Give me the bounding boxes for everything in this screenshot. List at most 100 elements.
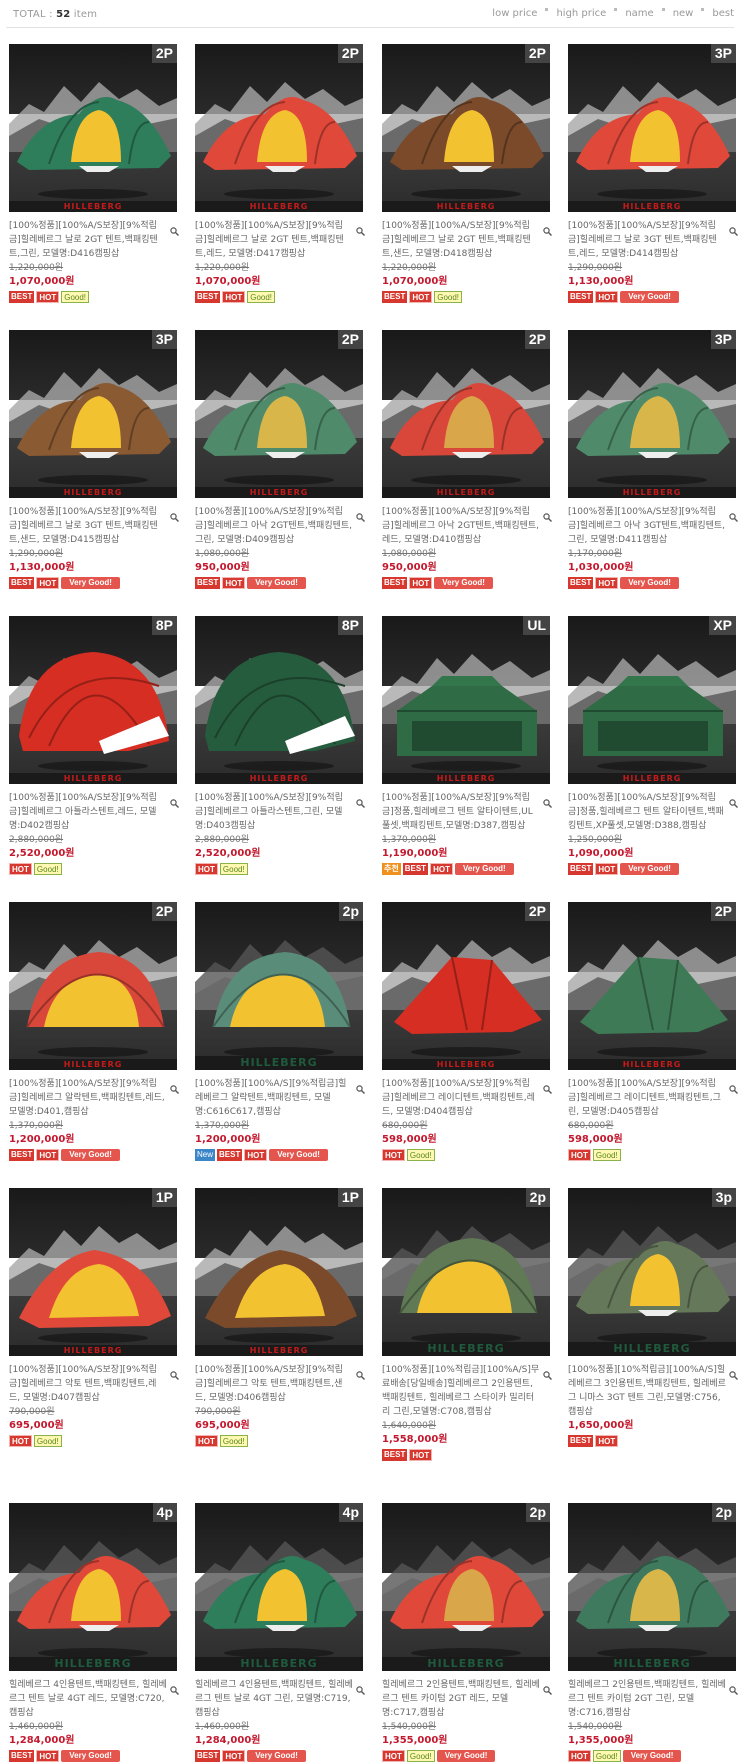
sort-low-price[interactable]: low price: [492, 8, 537, 19]
product-image[interactable]: 2p HILLEBERG: [382, 1503, 550, 1671]
product-title[interactable]: [100%정품][100%A/S보장][9%적립금]힐레베르그 레이디텐트,백패…: [568, 1077, 726, 1119]
zoom-icon[interactable]: [729, 221, 738, 236]
sort-new[interactable]: new: [673, 8, 694, 19]
product-image[interactable]: 2P HILLEBERG: [195, 330, 363, 498]
product-title[interactable]: [100%정품][100%A/S보장][9%적립금]힐레베르그 악토 텐트,백패…: [195, 1363, 353, 1405]
product-title[interactable]: [100%정품][100%A/S보장][9%적립금]힐레베르그 날로 3GT 텐…: [9, 505, 167, 547]
product-title[interactable]: 힐레베르그 2인용텐트,백패킹텐트, 힐레베르그 텐트 카이텀 2GT 그린, …: [568, 1678, 726, 1720]
product-card[interactable]: 2p HILLEBERG [100%정품][100%A/S][9%적립금]힐레베르그…: [195, 902, 365, 1161]
product-title[interactable]: [100%정품][100%A/S보장][9%적립금]힐레베르그 아틀라스텐트,레…: [9, 791, 167, 833]
zoom-icon[interactable]: [543, 1680, 552, 1695]
product-image[interactable]: 4p HILLEBERG: [195, 1503, 363, 1671]
product-card[interactable]: 2P HILLEBERG [100%정품][100%A/S보장][9%적립금]힐레베…: [9, 902, 179, 1161]
product-card[interactable]: 3P HILLEBERG [100%정품][100%A/S보장][9%적립금]힐레베…: [9, 330, 179, 589]
product-card[interactable]: XP HILLEBERG [100%정품][100%A/S보장][9%적립금]정품,…: [568, 616, 738, 875]
zoom-icon[interactable]: [170, 793, 179, 808]
product-card[interactable]: 2P HILLEBERG [100%정품][100%A/S보장][9%적립금]힐레베…: [9, 44, 179, 303]
product-image[interactable]: 3p HILLEBERG: [568, 1188, 736, 1356]
zoom-icon[interactable]: [170, 1365, 179, 1380]
zoom-icon[interactable]: [729, 1680, 738, 1695]
product-image[interactable]: 8P HILLEBERG: [9, 616, 177, 784]
product-image[interactable]: 2p HILLEBERG: [382, 1188, 550, 1356]
product-card[interactable]: 4p HILLEBERG 힐레베르그 4인용텐트,백패킹텐트, 힐레베르그 텐트 날…: [195, 1503, 365, 1762]
product-card[interactable]: 4p HILLEBERG 힐레베르그 4인용텐트,백패킹텐트, 힐레베르그 텐트 날…: [9, 1503, 179, 1762]
zoom-icon[interactable]: [356, 507, 365, 522]
product-image[interactable]: 2P HILLEBERG: [195, 44, 363, 212]
product-image[interactable]: 4p HILLEBERG: [9, 1503, 177, 1671]
zoom-icon[interactable]: [543, 221, 552, 236]
product-title[interactable]: [100%정품][100%A/S보장][9%적립금]힐레베르그 악토 텐트,백패…: [9, 1363, 167, 1405]
sort-name[interactable]: name: [625, 8, 653, 19]
product-card[interactable]: 3p HILLEBERG [100%정품][10%적립금][100%A/S]힐레베르…: [568, 1188, 738, 1447]
sort-high-price[interactable]: high price: [556, 8, 606, 19]
zoom-icon[interactable]: [729, 507, 738, 522]
product-card[interactable]: 2p HILLEBERG 힐레베르그 2인용텐트,백패킹텐트, 힐레베르그 텐트 카…: [568, 1503, 738, 1762]
product-card[interactable]: 2P HILLEBERG [100%정품][100%A/S보장][9%적립금]힐레베…: [195, 44, 365, 303]
zoom-icon[interactable]: [170, 1079, 179, 1094]
product-title[interactable]: [100%정품][100%A/S보장][9%적립금]힐레베르그 아낙 2GT텐트…: [382, 505, 540, 547]
product-image[interactable]: UL HILLEBERG: [382, 616, 550, 784]
product-title[interactable]: [100%정품][100%A/S보장][9%적립금]힐레베르그 날로 2GT 텐…: [9, 219, 167, 261]
product-card[interactable]: 8P HILLEBERG [100%정품][100%A/S보장][9%적립금]힐레베…: [9, 616, 179, 875]
product-image[interactable]: 2P HILLEBERG: [382, 44, 550, 212]
product-card[interactable]: 2P HILLEBERG [100%정품][100%A/S보장][9%적립금]힐레베…: [195, 330, 365, 589]
product-card[interactable]: 1P HILLEBERG [100%정품][100%A/S보장][9%적립금]힐레베…: [9, 1188, 179, 1447]
zoom-icon[interactable]: [356, 793, 365, 808]
product-title[interactable]: [100%정품][100%A/S보장][9%적립금]정품,힐레베르그 텐트 알타…: [382, 791, 540, 833]
product-title[interactable]: [100%정품][100%A/S보장][9%적립금]힐레베르그 아낙 3GT텐트…: [568, 505, 726, 547]
product-image[interactable]: 2p HILLEBERG: [568, 1503, 736, 1671]
zoom-icon[interactable]: [356, 1079, 365, 1094]
zoom-icon[interactable]: [543, 1079, 552, 1094]
product-title[interactable]: [100%정품][100%A/S보장][9%적립금]힐레베르그 아틀라스텐트,그…: [195, 791, 353, 833]
product-card[interactable]: 2P HILLEBERG [100%정품][100%A/S보장][9%적립금]힐레베…: [382, 902, 552, 1161]
product-title[interactable]: [100%정품][10%적립금][100%A/S]힐레베르그 3인용텐트,백패킹…: [568, 1363, 726, 1419]
product-image[interactable]: 2p HILLEBERG: [195, 902, 363, 1070]
product-image[interactable]: 2P HILLEBERG: [568, 902, 736, 1070]
product-title[interactable]: 힐레베르그 4인용텐트,백패킹텐트, 힐레베르그 텐트 날로 4GT 레드, 모…: [9, 1678, 167, 1720]
zoom-icon[interactable]: [729, 1079, 738, 1094]
product-title[interactable]: [100%정품][100%A/S보장][9%적립금]힐레베르그 날로 2GT 텐…: [195, 219, 353, 261]
product-card[interactable]: 3P HILLEBERG [100%정품][100%A/S보장][9%적립금]힐레베…: [568, 44, 738, 303]
product-card[interactable]: 8P HILLEBERG [100%정품][100%A/S보장][9%적립금]힐레베…: [195, 616, 365, 875]
zoom-icon[interactable]: [356, 221, 365, 236]
zoom-icon[interactable]: [543, 793, 552, 808]
product-image[interactable]: 2P HILLEBERG: [382, 330, 550, 498]
product-image[interactable]: 2P HILLEBERG: [9, 44, 177, 212]
product-image[interactable]: 2P HILLEBERG: [9, 902, 177, 1070]
product-card[interactable]: 2P HILLEBERG [100%정품][100%A/S보장][9%적립금]힐레베…: [568, 902, 738, 1161]
zoom-icon[interactable]: [170, 221, 179, 236]
zoom-icon[interactable]: [729, 1365, 738, 1380]
product-title[interactable]: [100%정품][10%적립금][100%A/S]무료배송[당일배송]힐레베르그…: [382, 1363, 540, 1419]
product-title[interactable]: [100%정품][100%A/S][9%적립금]힐레베르그 알락텐트,백패킹텐트…: [195, 1077, 353, 1119]
product-title[interactable]: [100%정품][100%A/S보장][9%적립금]힐레베르그 알락텐트,백패킹…: [9, 1077, 167, 1119]
product-image[interactable]: 3P HILLEBERG: [568, 330, 736, 498]
product-image[interactable]: 1P HILLEBERG: [195, 1188, 363, 1356]
product-card[interactable]: 3P HILLEBERG [100%정품][100%A/S보장][9%적립금]힐레베…: [568, 330, 738, 589]
product-title[interactable]: 힐레베르그 2인용텐트,백패킹텐트, 힐레베르그 텐트 카이텀 2GT 레드, …: [382, 1678, 540, 1720]
product-image[interactable]: 1P HILLEBERG: [9, 1188, 177, 1356]
product-image[interactable]: 8P HILLEBERG: [195, 616, 363, 784]
product-title[interactable]: [100%정품][100%A/S보장][9%적립금]힐레베르그 레이디텐트,백패…: [382, 1077, 540, 1119]
product-image[interactable]: 3P HILLEBERG: [9, 330, 177, 498]
zoom-icon[interactable]: [729, 793, 738, 808]
product-title[interactable]: 힐레베르그 4인용텐트,백패킹텐트, 힐레베르그 텐트 날로 4GT 그린, 모…: [195, 1678, 353, 1720]
product-title[interactable]: [100%정품][100%A/S보장][9%적립금]힐레베르그 날로 3GT 텐…: [568, 219, 726, 261]
product-image[interactable]: XP HILLEBERG: [568, 616, 736, 784]
product-title[interactable]: [100%정품][100%A/S보장][9%적립금]정품,힐레베르그 텐트 알타…: [568, 791, 726, 833]
product-image[interactable]: 3P HILLEBERG: [568, 44, 736, 212]
product-card[interactable]: UL HILLEBERG [100%정품][100%A/S보장][9%적립금]정품,…: [382, 616, 552, 875]
zoom-icon[interactable]: [543, 507, 552, 522]
product-image[interactable]: 2P HILLEBERG: [382, 902, 550, 1070]
product-title[interactable]: [100%정품][100%A/S보장][9%적립금]힐레베르그 날로 2GT 텐…: [382, 219, 540, 261]
sort-best[interactable]: best: [712, 8, 734, 19]
zoom-icon[interactable]: [356, 1365, 365, 1380]
product-card[interactable]: 1P HILLEBERG [100%정품][100%A/S보장][9%적립금]힐레베…: [195, 1188, 365, 1447]
product-card[interactable]: 2p HILLEBERG 힐레베르그 2인용텐트,백패킹텐트, 힐레베르그 텐트 카…: [382, 1503, 552, 1762]
product-title[interactable]: [100%정품][100%A/S보장][9%적립금]힐레베르그 아낙 2GT텐트…: [195, 505, 353, 547]
product-card[interactable]: 2P HILLEBERG [100%정품][100%A/S보장][9%적립금]힐레베…: [382, 44, 552, 303]
zoom-icon[interactable]: [543, 1365, 552, 1380]
product-card[interactable]: 2P HILLEBERG [100%정품][100%A/S보장][9%적립금]힐레베…: [382, 330, 552, 589]
zoom-icon[interactable]: [170, 1680, 179, 1695]
product-card[interactable]: 2p HILLEBERG [100%정품][10%적립금][100%A/S]무료배송…: [382, 1188, 552, 1461]
zoom-icon[interactable]: [356, 1680, 365, 1695]
